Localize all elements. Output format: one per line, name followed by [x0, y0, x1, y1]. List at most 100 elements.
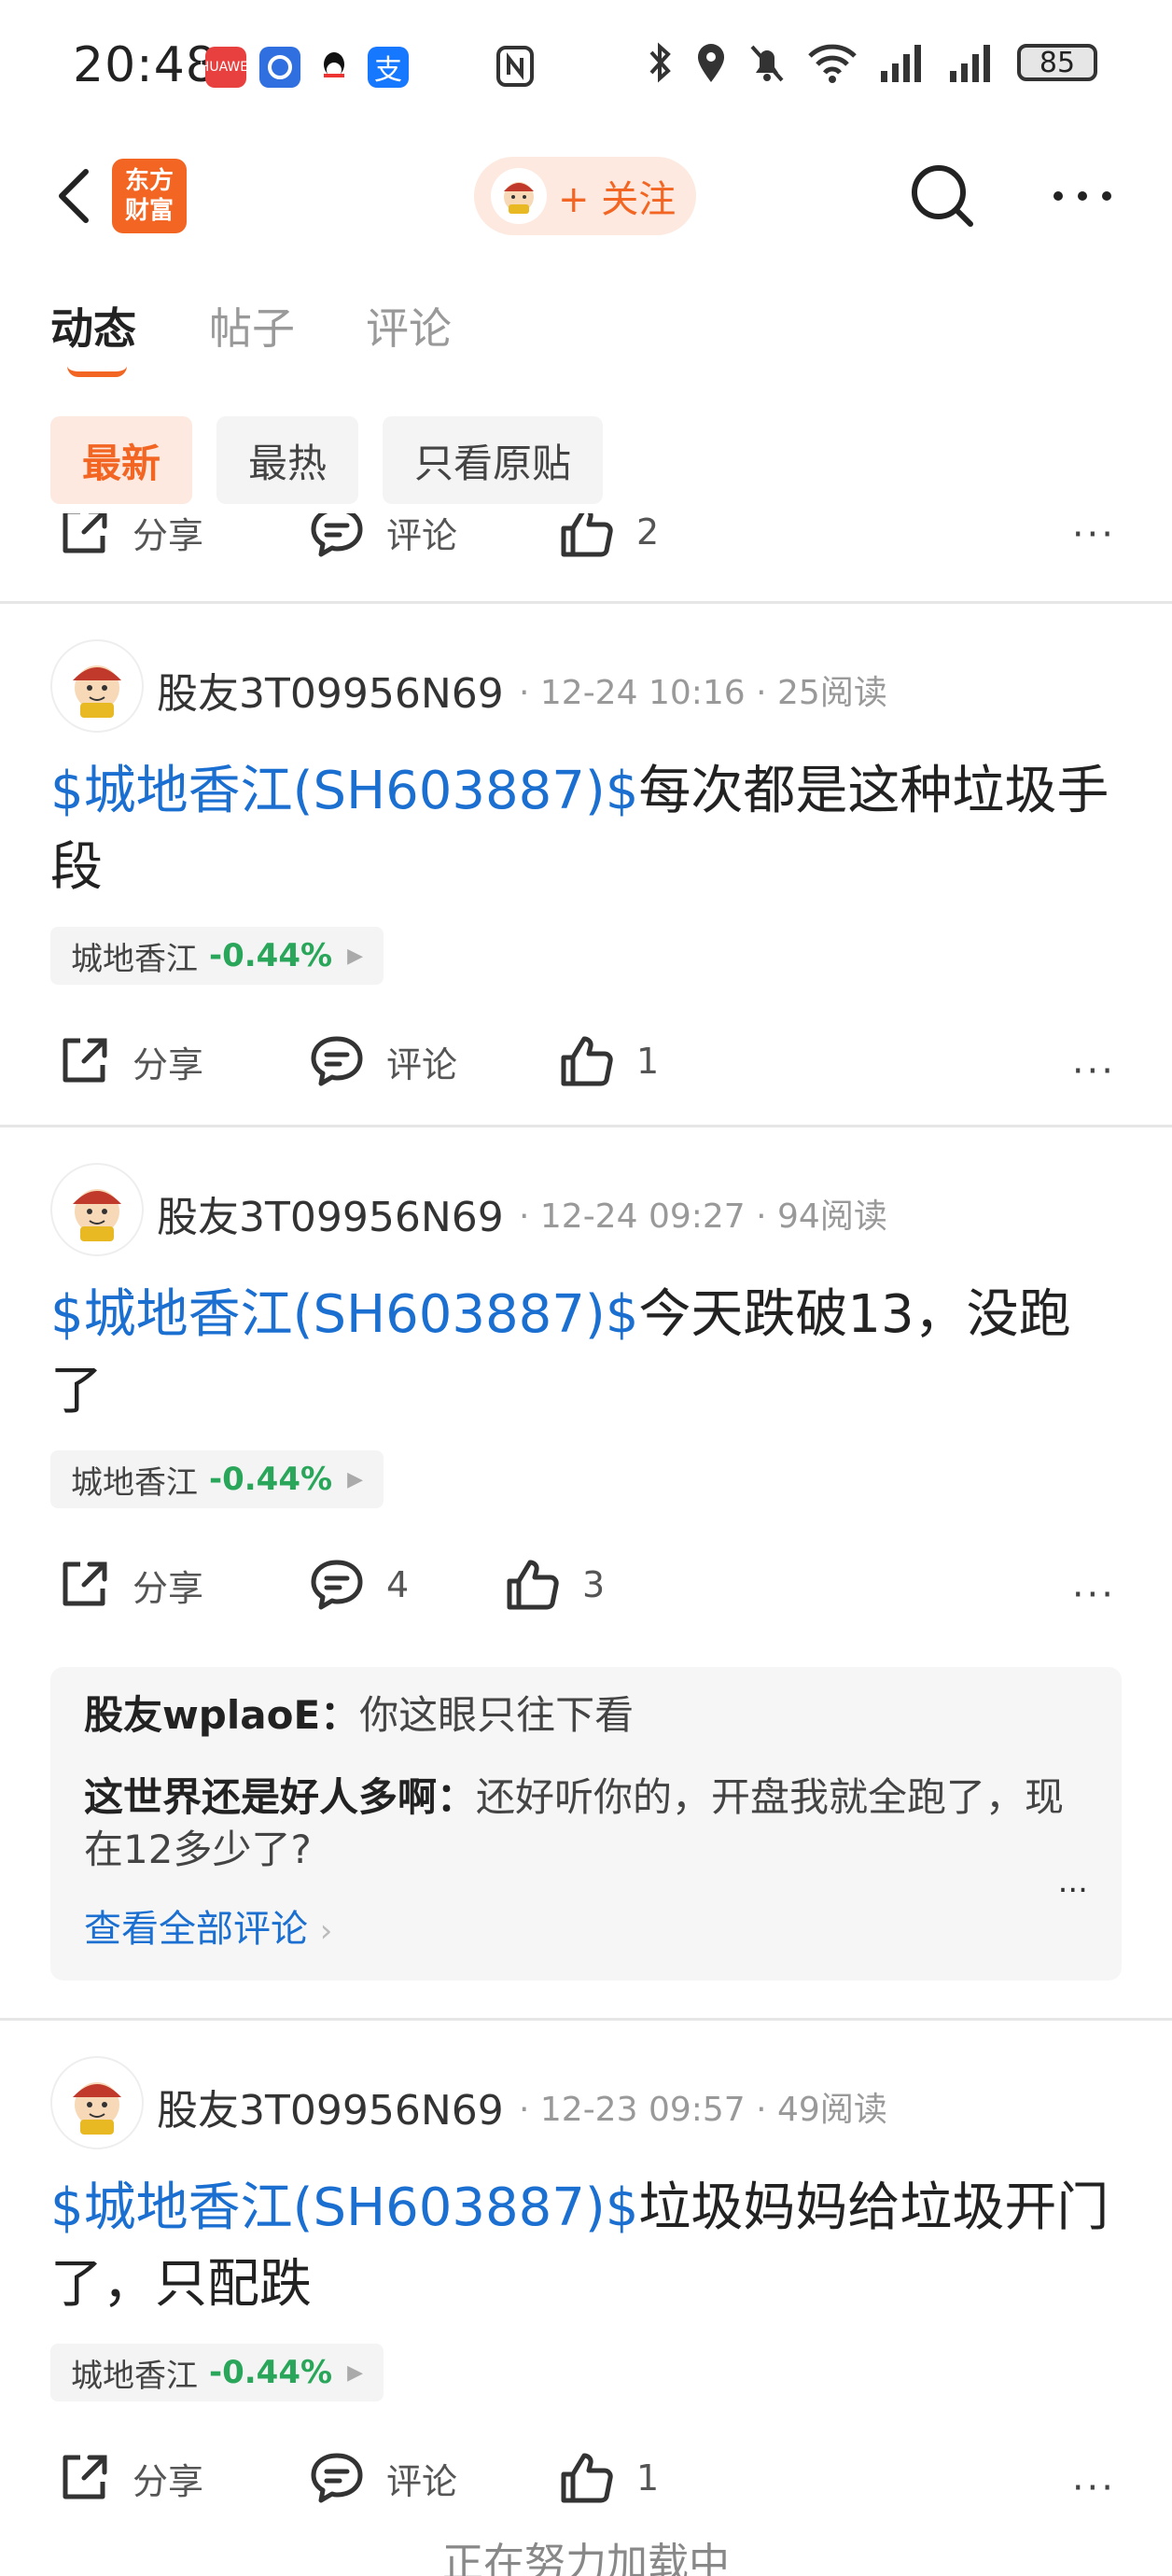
qq-icon	[314, 47, 355, 88]
post-card[interactable]: 股友3T09956N69 · 12-23 09:57 · 49阅读 $城地香江(…	[0, 2018, 1172, 2541]
stock-link[interactable]: $城地香江(SH603887)$	[50, 1284, 638, 1345]
chevron-left-icon	[59, 169, 89, 223]
post-header: 股友3T09956N69 · 12-24 09:27 · 94阅读	[0, 1127, 1172, 1277]
partial-post-actions: 分享 评论 2 ···	[0, 513, 1172, 601]
more-dots-icon	[1053, 191, 1111, 201]
share-button[interactable]: 分享	[56, 1557, 203, 1613]
post-meta: · 12-23 09:57 · 49阅读	[519, 2091, 887, 2129]
signal-icon	[881, 45, 921, 82]
comment-button[interactable]: 评论	[308, 1033, 457, 1089]
post-more-button[interactable]: ···	[1072, 2467, 1116, 2510]
comment-author[interactable]: 这世界还是好人多啊：	[84, 1774, 476, 1820]
comment-more-icon[interactable]: ...	[1058, 1863, 1088, 1900]
username[interactable]: 股友3T09956N69	[157, 1183, 504, 1243]
post-text[interactable]: $城地香江(SH603887)$垃圾妈妈给垃圾开门了，只配跌	[0, 2170, 1172, 2323]
comment-button[interactable]: 4	[308, 1557, 409, 1613]
app-notification-icon	[259, 47, 300, 88]
app-header: 东方 财富 + 关注	[0, 140, 1172, 252]
post-more-button[interactable]: ···	[1072, 1574, 1116, 1617]
comment-item[interactable]: 这世界还是好人多啊：还好听你的，开盘我就全跑了，现在12多少了?	[84, 1771, 1088, 1876]
filter-latest[interactable]: 最新	[50, 416, 193, 504]
loading-indicator: 正在努力加载中	[442, 2540, 730, 2576]
fortune-god-avatar	[491, 168, 547, 224]
user-avatar[interactable]	[50, 1163, 144, 1256]
wifi-icon	[808, 44, 857, 83]
like-button[interactable]: 2	[558, 513, 659, 560]
username[interactable]: 股友3T09956N69	[157, 660, 504, 720]
system-icons: 85	[646, 41, 1097, 84]
tab-comments[interactable]: 评论	[366, 295, 452, 357]
post-card[interactable]: 股友3T09956N69 · 12-24 10:16 · 25阅读 $城地香江(…	[0, 601, 1172, 1125]
comment-button[interactable]: 评论	[308, 2450, 457, 2506]
eastmoney-logo: 东方 财富	[112, 159, 187, 233]
mute-bell-icon	[750, 45, 784, 82]
filter-chips: 最新 最热 只看原贴	[50, 416, 604, 504]
thumbs-up-icon	[507, 1560, 559, 1610]
status-time: 20:48	[73, 37, 217, 93]
stock-link[interactable]: $城地香江(SH603887)$	[50, 761, 638, 821]
stock-change: -0.44%	[209, 1461, 333, 1498]
comment-icon	[311, 1036, 363, 1086]
view-all-comments-link[interactable]: 查看全部评论 ›	[84, 1898, 1088, 1953]
post-meta: · 12-24 09:27 · 94阅读	[519, 1197, 887, 1236]
triangle-right-icon: ▶	[347, 2360, 363, 2385]
active-tab-indicator	[67, 366, 127, 377]
stock-tag[interactable]: 城地香江 -0.44% ▶	[50, 927, 384, 985]
huawei-store-icon: HUAWEI	[200, 47, 252, 88]
triangle-right-icon: ▶	[347, 944, 363, 968]
user-avatar[interactable]	[50, 2056, 144, 2149]
comment-button[interactable]: 评论	[308, 513, 457, 560]
comments-preview[interactable]: 股友wplaoE：你这眼只往下看 这世界还是好人多啊：还好听你的，开盘我就全跑了…	[50, 1667, 1122, 1981]
comment-item[interactable]: 股友wplaoE：你这眼只往下看	[84, 1689, 1088, 1742]
post-more-button[interactable]: ···	[1072, 513, 1116, 556]
location-icon	[698, 44, 724, 82]
share-button[interactable]: 分享	[56, 2450, 203, 2506]
nfc-icon	[495, 45, 536, 91]
post-feed: 分享 评论 2 ··· 股友3T09956N69 · 12-24 10:16 ·…	[0, 513, 1172, 2576]
post-header: 股友3T09956N69 · 12-23 09:57 · 49阅读	[0, 2021, 1172, 2170]
share-icon	[63, 2455, 107, 2499]
post-text[interactable]: $城地香江(SH603887)$每次都是这种垃圾手段	[0, 753, 1172, 906]
share-icon	[63, 513, 107, 553]
stock-change: -0.44%	[209, 937, 333, 974]
battery-indicator: 85	[1017, 44, 1097, 81]
share-icon	[63, 1561, 107, 1606]
chevron-right-icon: ›	[319, 1912, 333, 1950]
back-button[interactable]	[49, 159, 105, 233]
thumbs-up-icon	[561, 2453, 613, 2503]
tab-dynamics[interactable]: 动态	[50, 295, 136, 357]
post-meta: · 12-24 10:16 · 25阅读	[519, 674, 887, 712]
share-button[interactable]: 分享	[56, 513, 203, 560]
triangle-right-icon: ▶	[347, 1467, 363, 1491]
tab-posts[interactable]: 帖子	[209, 295, 295, 357]
filter-hot[interactable]: 最热	[216, 416, 359, 504]
comment-icon	[311, 1560, 363, 1610]
comment-author[interactable]: 股友wplaoE：	[84, 1692, 359, 1738]
like-button[interactable]: 1	[558, 2450, 659, 2506]
comment-icon	[311, 513, 363, 557]
stock-tag[interactable]: 城地香江 -0.44% ▶	[50, 2344, 384, 2401]
search-icon	[912, 165, 973, 227]
username[interactable]: 股友3T09956N69	[157, 2077, 504, 2136]
like-button[interactable]: 3	[504, 1557, 605, 1613]
like-button[interactable]: 1	[558, 1033, 659, 1089]
share-button[interactable]: 分享	[56, 1033, 203, 1089]
post-text[interactable]: $城地香江(SH603887)$今天跌破13，没跑了	[0, 1277, 1172, 1430]
stock-tag[interactable]: 城地香江 -0.44% ▶	[50, 1450, 384, 1508]
post-card[interactable]: 股友3T09956N69 · 12-24 09:27 · 94阅读 $城地香江(…	[0, 1125, 1172, 1981]
post-actions: 分享 评论 1 ···	[0, 985, 1172, 1125]
comment-icon	[311, 2453, 363, 2503]
post-more-button[interactable]: ···	[1072, 1050, 1116, 1093]
search-button[interactable]	[905, 159, 980, 233]
bluetooth-icon	[649, 42, 671, 83]
user-avatar[interactable]	[50, 639, 144, 733]
filter-original-only[interactable]: 只看原贴	[383, 416, 604, 504]
thumbs-up-icon	[561, 1036, 613, 1086]
notification-icons: HUAWEI 支	[200, 47, 409, 88]
stock-link[interactable]: $城地香江(SH603887)$	[50, 2177, 638, 2238]
more-menu-button[interactable]	[1045, 159, 1120, 233]
post-actions: 分享 评论 1 ···	[0, 2401, 1172, 2541]
follow-button[interactable]: + 关注	[474, 157, 696, 235]
alipay-icon: 支	[368, 47, 409, 88]
stock-change: -0.44%	[209, 2354, 333, 2391]
